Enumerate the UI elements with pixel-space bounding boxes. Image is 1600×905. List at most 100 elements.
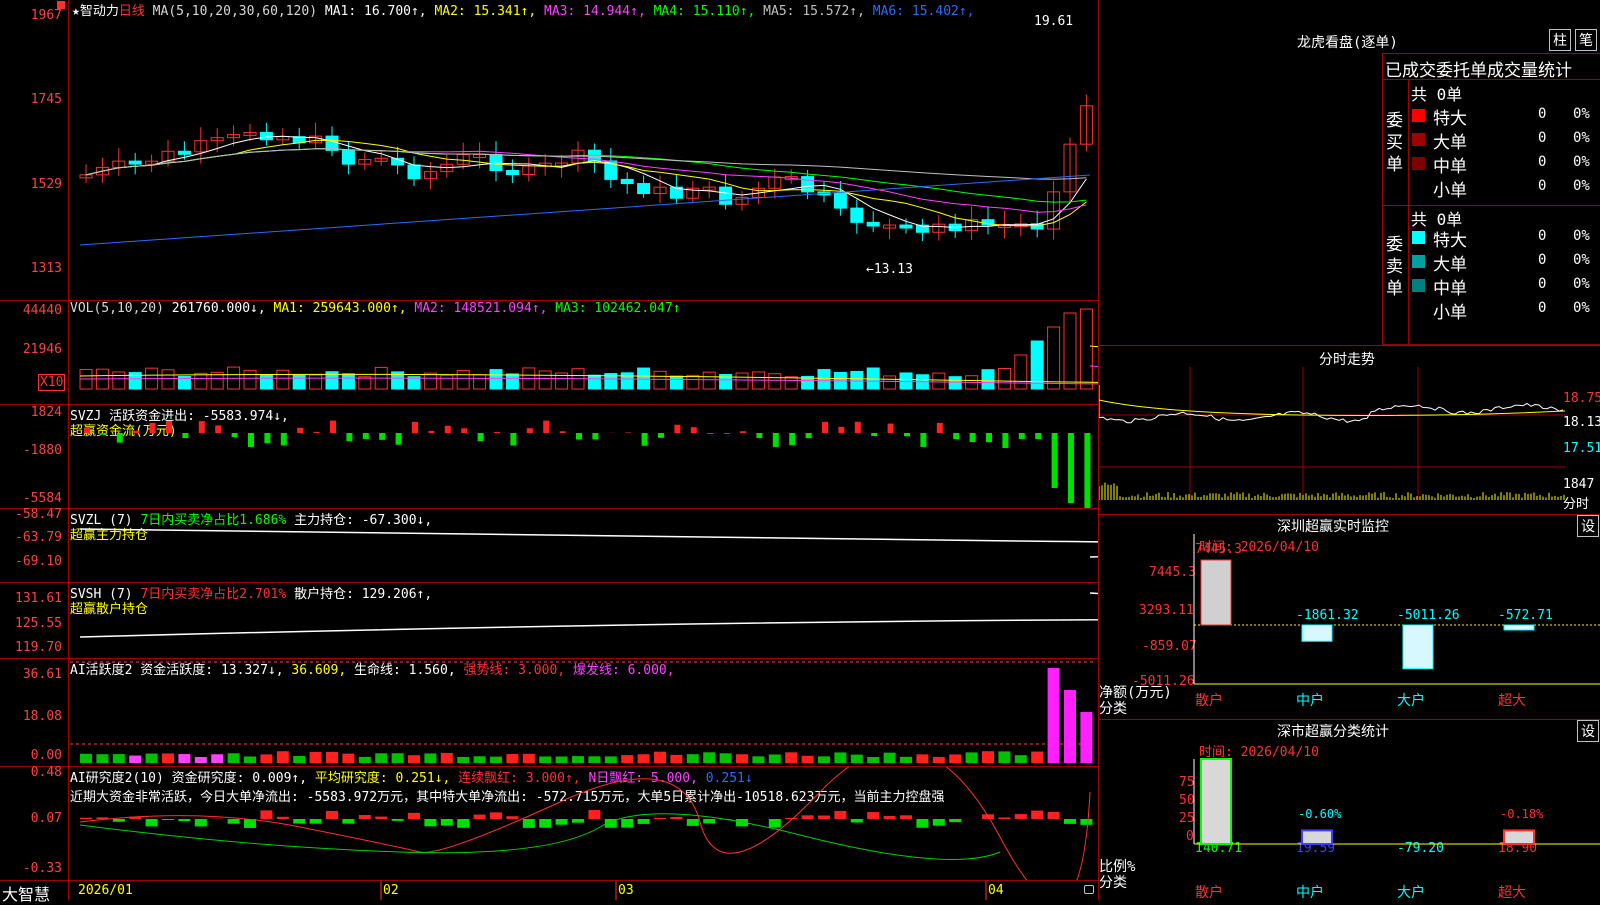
- candle-body: [342, 150, 354, 164]
- research-bar: [998, 818, 1010, 819]
- svzj-bar: [166, 421, 172, 433]
- research-bar: [851, 819, 863, 823]
- sell-row-pct-0: 0%: [1573, 228, 1590, 244]
- volume-bar: [670, 376, 682, 389]
- svzj-panel[interactable]: SVZJ 活跃资金进出: -5583.974↓, 超赢资金流(万元) 1824 …: [0, 405, 1098, 508]
- activity-bar: [949, 754, 961, 763]
- activity-bar: [687, 754, 699, 763]
- svzj-bar: [494, 432, 500, 433]
- activity-bar: [1080, 712, 1092, 763]
- activity-bar: [802, 756, 814, 763]
- monitor-bar: [1403, 625, 1433, 669]
- svzj-bar: [215, 425, 221, 433]
- buy-row-name-0: 特大: [1433, 104, 1467, 129]
- svzj-bar: [560, 431, 566, 433]
- svzj-bar: [888, 424, 894, 433]
- candle-body: [129, 161, 141, 164]
- volume-bar: [900, 373, 912, 389]
- activity-bar: [293, 756, 305, 763]
- activity-bar: [1064, 690, 1076, 763]
- svzj-bar: [199, 421, 205, 433]
- sell-row-swatch-1: [1412, 255, 1425, 268]
- activity-bar: [998, 751, 1010, 763]
- activity-bar: [375, 753, 387, 763]
- activity-bar: [638, 754, 650, 763]
- svsh-line: [80, 593, 1098, 637]
- svzj-bar: [1084, 433, 1090, 508]
- svzj-bar: [871, 433, 877, 436]
- svzj-bar: [592, 433, 598, 439]
- svzj-bar: [117, 433, 123, 443]
- svzj-bar: [789, 433, 795, 445]
- activity-bar: [506, 754, 518, 763]
- classstat-panel: 深市超赢分类统计 设 时间: 2026/04/10 75 50 25 0 比例%…: [1099, 719, 1600, 900]
- sell-row-swatch-0: [1412, 231, 1425, 244]
- activity-bar: [752, 756, 764, 763]
- svzj-bar: [855, 422, 861, 433]
- svzj-bar: [133, 431, 139, 433]
- activity-bar: [113, 754, 125, 763]
- ai-activity-panel[interactable]: AI活跃度2 资金活跃度: 13.327↓, 36.609, 生命线: 1.56…: [0, 659, 1098, 766]
- sell-row-name-0: 特大: [1433, 226, 1467, 251]
- volume-bar: [703, 372, 715, 389]
- buy-row-swatch-2: [1412, 157, 1425, 170]
- svzj-bar: [297, 428, 303, 433]
- research-bar: [326, 811, 338, 819]
- svzj-bar: [953, 433, 959, 439]
- activity-bar: [900, 757, 912, 763]
- svzl-panel[interactable]: SVZL (7) 7日内买卖净占比1.686% 主力持仓: -67.300↓, …: [0, 509, 1098, 582]
- svzj-bar: [412, 422, 418, 433]
- activity-bar: [785, 752, 797, 763]
- activity-bar: [605, 756, 617, 763]
- buy-row-name-1: 大单: [1433, 128, 1467, 153]
- svzj-bar: [445, 426, 451, 433]
- activity-bar: [539, 756, 551, 763]
- activity-bar: [490, 757, 502, 763]
- longhu-stroke-button[interactable]: 笔: [1575, 29, 1597, 51]
- longhu-bar-button[interactable]: 柱: [1549, 29, 1571, 51]
- activity-bar: [769, 754, 781, 763]
- volume-bar: [785, 377, 797, 389]
- research-bar: [703, 819, 715, 823]
- activity-bar: [310, 752, 322, 763]
- volume-bar: [982, 370, 994, 389]
- research-bar: [539, 819, 551, 828]
- svzj-bar: [658, 433, 664, 438]
- svzj-bar: [314, 432, 320, 433]
- svsh-panel[interactable]: SVSH (7) 7日内买卖净占比2.701% 散户持仓: 129.206↑, …: [0, 583, 1098, 658]
- volume-bar: [195, 373, 207, 389]
- research-bar: [457, 819, 469, 828]
- candle-body: [720, 187, 732, 204]
- ai-research-panel[interactable]: AI研究度2(10) 资金研究度: 0.009↑, 平均研究度: 0.251↓,…: [0, 767, 1098, 880]
- svzj-bar: [150, 423, 156, 433]
- sell-row-name-1: 大单: [1433, 250, 1467, 275]
- monitor-panel: 深圳超赢实时监控 设 时间: 2026/04/10 7445.3 3293.11…: [1099, 514, 1600, 718]
- kline-panel[interactable]: ★智动力日线 MA(5,10,20,30,60,120) MA1: 16.700…: [0, 0, 1098, 300]
- volume-bar: [260, 375, 272, 389]
- svzj-bar: [937, 423, 943, 433]
- svzj-bar: [986, 433, 992, 442]
- activity-bar: [359, 757, 371, 763]
- svsh-chart: [0, 583, 1098, 658]
- ma1-line: [86, 136, 1086, 227]
- svzj-bar: [756, 433, 762, 438]
- sell-row-name-2: 中单: [1433, 274, 1467, 299]
- intraday-panel[interactable]: 分时走势 18.75 18.13 17.51 1847 分时: [1099, 345, 1600, 513]
- research-bar: [310, 819, 322, 824]
- svzj-bar: [232, 433, 238, 437]
- research-bar: [769, 819, 781, 827]
- research-bar: [621, 819, 633, 828]
- svzl-line: [80, 529, 1098, 557]
- volume-bar: [1064, 313, 1076, 389]
- volume-bar: [424, 373, 436, 389]
- svzj-bar: [724, 433, 730, 434]
- research-bar: [654, 818, 666, 819]
- volume-bar: [342, 374, 354, 389]
- research-bar: [802, 815, 814, 819]
- vol-panel[interactable]: VOL(5,10,20) 261760.000↓, MA1: 259643.00…: [0, 301, 1098, 404]
- buy-row-swatch-0: [1412, 109, 1425, 122]
- svzj-bar: [1002, 433, 1008, 448]
- buy-row-pct-2: 0%: [1573, 154, 1590, 170]
- volume-bar: [310, 375, 322, 389]
- longhu-header-line: [1383, 79, 1600, 80]
